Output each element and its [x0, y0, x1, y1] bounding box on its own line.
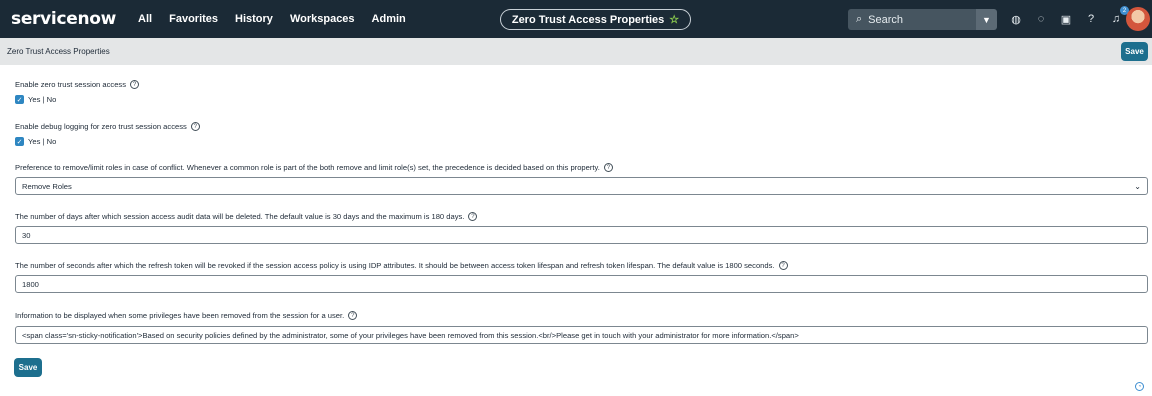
field-preference: Preference to remove/limit roles in case…: [15, 163, 613, 172]
chat-icon[interactable]: ◌: [1033, 10, 1049, 28]
form-header: Zero Trust Access Properties Save: [0, 38, 1152, 65]
help-icon[interactable]: ?: [190, 122, 200, 131]
zero-trust-checkbox[interactable]: ✓: [15, 95, 24, 104]
chevron-down-icon: ⌄: [1134, 181, 1141, 191]
field-label: Enable debug logging for zero trust sess…: [15, 122, 187, 131]
field-zero-trust: Enable zero trust session access ? ✓ Yes…: [15, 80, 140, 104]
nav-admin[interactable]: Admin: [372, 13, 406, 25]
search-scope-dropdown[interactable]: ▼: [976, 9, 997, 30]
info-message-input[interactable]: <span class='sn-sticky-notification'>Bas…: [15, 326, 1148, 344]
save-button[interactable]: Save: [1121, 42, 1148, 61]
search-input[interactable]: ⌕ Search: [848, 9, 976, 30]
field-label: The number of days after which session a…: [15, 212, 465, 221]
input-value: 30: [22, 230, 31, 240]
screen-icon[interactable]: ▣: [1058, 10, 1074, 28]
help-icon[interactable]: ?: [468, 212, 478, 221]
form-title: Zero Trust Access Properties: [7, 47, 110, 56]
field-debug-logging: Enable debug logging for zero trust sess…: [15, 122, 200, 146]
field-audit-days: The number of days after which session a…: [15, 212, 478, 221]
help-icon[interactable]: ?: [1083, 10, 1099, 28]
top-navigation: servicenow All Favorites History Workspa…: [0, 0, 1152, 38]
search-placeholder: Search: [868, 13, 904, 26]
servicenow-logo[interactable]: servicenow: [11, 9, 116, 29]
search-icon: ⌕: [856, 13, 863, 25]
globe-icon[interactable]: ◍: [1008, 10, 1024, 28]
debug-logging-checkbox[interactable]: ✓: [15, 137, 24, 146]
field-label: The number of seconds after which the re…: [15, 261, 775, 270]
page-title-pill[interactable]: Zero Trust Access Properties ☆: [500, 9, 691, 30]
help-icon[interactable]: ?: [130, 80, 140, 89]
preference-select[interactable]: Remove Roles ⌄: [15, 177, 1148, 195]
nav-workspaces[interactable]: Workspaces: [290, 13, 355, 25]
help-icon[interactable]: ?: [778, 261, 788, 270]
help-icon[interactable]: ?: [348, 311, 358, 320]
input-value: <span class='sn-sticky-notification'>Bas…: [22, 330, 799, 340]
input-value: 1800: [22, 279, 39, 289]
field-refresh-seconds: The number of seconds after which the re…: [15, 261, 788, 270]
avatar[interactable]: [1126, 7, 1150, 31]
nav-icons: ◍ ◌ ▣ ? ♫: [1008, 10, 1124, 28]
nav-history[interactable]: History: [235, 13, 273, 25]
audit-days-input[interactable]: 30: [15, 226, 1148, 244]
checkbox-label: Yes | No: [28, 137, 57, 146]
checkbox-label: Yes | No: [28, 95, 57, 104]
field-label: Information to be displayed when some pr…: [15, 311, 345, 320]
select-value: Remove Roles: [22, 181, 72, 191]
field-label: Preference to remove/limit roles in case…: [15, 163, 600, 172]
nav-menu: All Favorites History Workspaces Admin: [138, 13, 406, 25]
info-icon[interactable]: ◔: [1135, 382, 1144, 391]
nav-all[interactable]: All: [138, 13, 152, 25]
field-label: Enable zero trust session access: [15, 80, 127, 89]
save-button-bottom[interactable]: Save: [14, 358, 42, 377]
nav-favorites[interactable]: Favorites: [169, 13, 218, 25]
page-title: Zero Trust Access Properties: [511, 13, 665, 26]
star-icon[interactable]: ☆: [669, 13, 679, 26]
field-info-message: Information to be displayed when some pr…: [15, 311, 358, 320]
help-icon[interactable]: ?: [603, 163, 613, 172]
refresh-seconds-input[interactable]: 1800: [15, 275, 1148, 293]
